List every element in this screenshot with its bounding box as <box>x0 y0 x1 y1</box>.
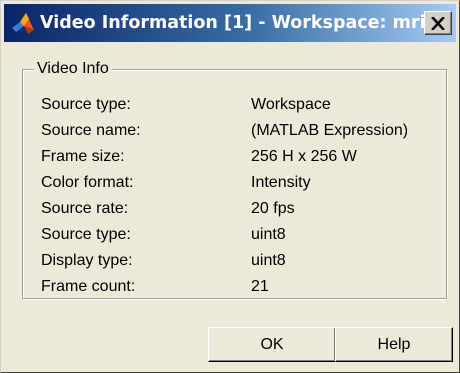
matlab-icon <box>12 13 34 34</box>
info-label: Source type: <box>41 96 131 113</box>
info-value: uint8 <box>251 226 286 243</box>
info-label: Source type: <box>41 226 131 243</box>
info-row-frame-size: Frame size: 256 H x 256 W <box>41 146 441 168</box>
info-label: Source rate: <box>41 200 129 217</box>
info-row-frame-count: Frame count: 21 <box>41 276 441 298</box>
info-row-source-rate: Source rate: 20 fps <box>41 198 441 220</box>
info-row-source-data-type: Source type: uint8 <box>41 224 441 246</box>
info-label: Source name: <box>41 122 141 139</box>
dialog-body: Video Info Source type: Workspace Source… <box>4 44 456 370</box>
info-row-display-type: Display type: uint8 <box>41 250 441 272</box>
title-bar[interactable]: Video Information [1] - Workspace: mris.… <box>4 4 456 42</box>
info-value: Workspace <box>251 96 331 113</box>
video-info-group: Video Info Source type: Workspace Source… <box>22 59 447 299</box>
help-button[interactable]: Help <box>335 327 453 362</box>
info-row-source-name: Source name: (MATLAB Expression) <box>41 120 441 142</box>
info-label: Display type: <box>41 252 133 269</box>
info-label: Frame size: <box>41 148 125 165</box>
group-label: Video Info <box>34 59 112 79</box>
info-row-color-format: Color format: Intensity <box>41 172 441 194</box>
video-info-dialog: Video Information [1] - Workspace: mris.… <box>0 0 460 373</box>
info-value: 20 fps <box>251 200 295 217</box>
close-icon <box>431 16 445 30</box>
info-row-source-type: Source type: Workspace <box>41 94 441 116</box>
info-value: 256 H x 256 W <box>251 148 357 165</box>
info-label: Color format: <box>41 174 134 191</box>
info-value: 21 <box>251 278 269 295</box>
window-title: Video Information [1] - Workspace: mris.… <box>40 13 428 33</box>
info-label: Frame count: <box>41 278 136 295</box>
close-button[interactable] <box>424 11 452 35</box>
info-value: uint8 <box>251 252 286 269</box>
info-value: Intensity <box>251 174 311 191</box>
info-value: (MATLAB Expression) <box>251 122 409 139</box>
ok-button[interactable]: OK <box>208 327 336 362</box>
